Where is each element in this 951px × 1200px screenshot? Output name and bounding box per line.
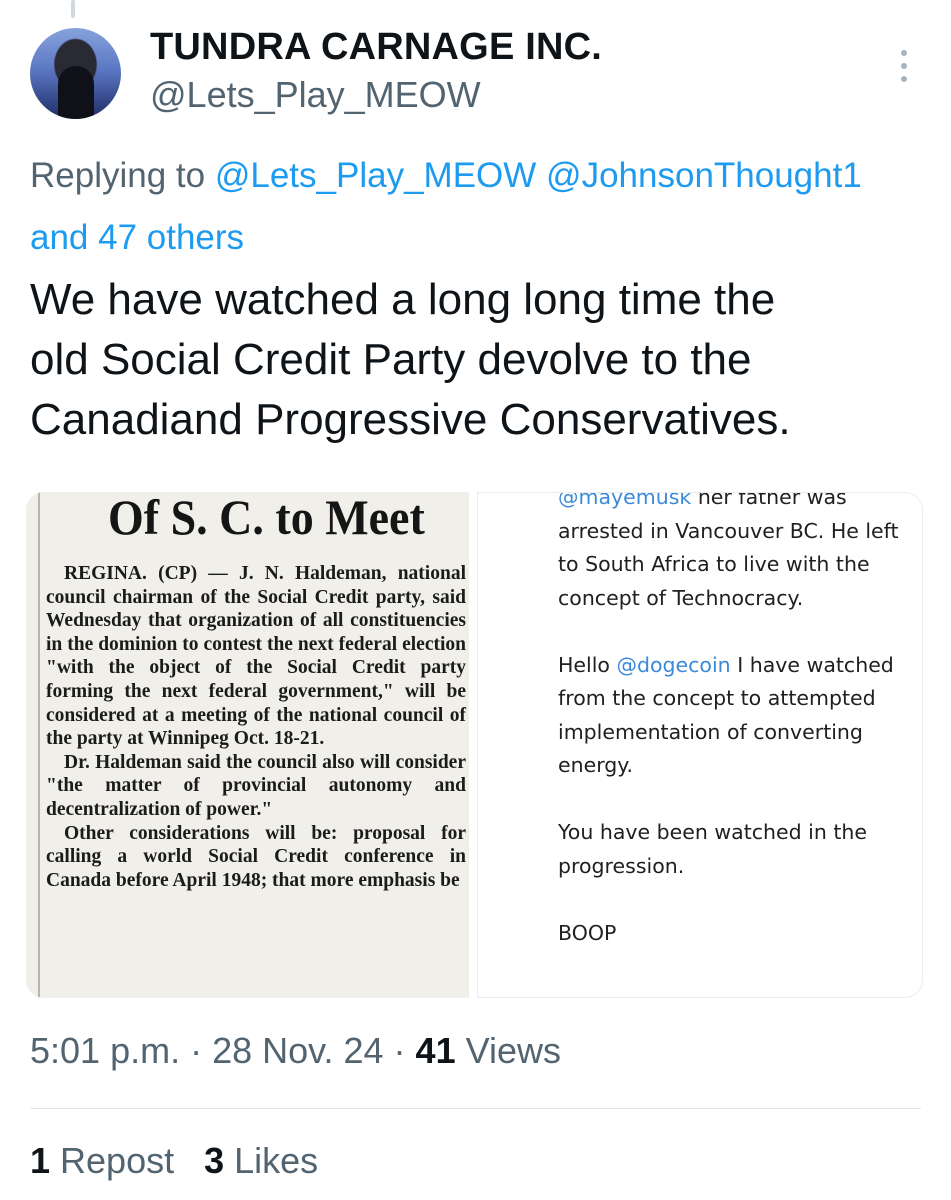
dot-icon: [901, 50, 907, 56]
replying-to-label: Replying to: [30, 156, 206, 195]
likes-label: Likes: [224, 1140, 319, 1181]
column-divider: [38, 492, 40, 998]
paragraph-text: her father was arrested in Vancouver BC.…: [558, 492, 899, 610]
avatar[interactable]: [30, 28, 121, 119]
screenshot-paragraph: You have been watched in the progression…: [558, 820, 868, 878]
author-display-name[interactable]: TUNDRA CARNAGE INC.: [150, 26, 602, 69]
media-grid: Of S. C. to Meet REGINA. (CP) — J. N. Ha…: [26, 492, 923, 998]
mention-link: @dogecoin: [616, 652, 731, 677]
tweet-timestamp: 5:01 p.m. · 28 Nov. 24 · 41 Views: [30, 1030, 561, 1072]
dot-icon: [901, 76, 907, 82]
screenshot-paragraph: @mayemusk her father was arrested in Van…: [558, 492, 918, 615]
screenshot-paragraph: BOOP: [558, 920, 617, 945]
reposts-count: 1: [30, 1140, 51, 1181]
tweet-date[interactable]: 28 Nov. 24: [212, 1030, 383, 1071]
newspaper-headline: Of S. C. to Meet: [108, 492, 425, 545]
reposts-stat[interactable]: 1 Repost: [30, 1140, 174, 1182]
dot-icon: [901, 63, 907, 69]
views-label: Views: [455, 1030, 561, 1071]
screenshot-text: @mayemusk her father was arrested in Van…: [558, 493, 918, 950]
more-options-icon[interactable]: [893, 50, 915, 82]
author-handle[interactable]: @Lets_Play_MEOW: [150, 74, 481, 116]
article-paragraph: Other considerations will be: proposal f…: [46, 822, 466, 891]
reply-mention-link[interactable]: @Lets_Play_MEOW: [215, 156, 536, 195]
thread-connector-line: [71, 0, 75, 18]
engagement-stats: 1 Repost 3 Likes: [30, 1140, 318, 1182]
newspaper-article-body: REGINA. (CP) — J. N. Haldeman, national …: [46, 562, 466, 892]
reply-others-link[interactable]: and 47 others: [30, 207, 951, 269]
separator-dot: ·: [383, 1030, 416, 1071]
reply-mention-link[interactable]: @JohnsonThought1: [546, 156, 862, 195]
text-screenshot-image[interactable]: @mayemusk her father was arrested in Van…: [477, 492, 923, 998]
article-paragraph: Dr. Haldeman said the council also will …: [46, 751, 466, 820]
tweet-time[interactable]: 5:01 p.m.: [30, 1030, 180, 1071]
separator-dot: ·: [180, 1030, 213, 1071]
replying-to-context: Replying to @Lets_Play_MEOW @JohnsonThou…: [30, 145, 951, 269]
article-paragraph: REGINA. (CP) — J. N. Haldeman, national …: [46, 563, 466, 750]
mention-link: @mayemusk: [558, 492, 692, 509]
likes-count: 3: [204, 1140, 225, 1181]
tweet-text: We have watched a long long time the old…: [30, 275, 791, 444]
reposts-label: Repost: [50, 1140, 175, 1181]
divider: [30, 1108, 921, 1109]
newspaper-clipping-image[interactable]: Of S. C. to Meet REGINA. (CP) — J. N. Ha…: [26, 492, 469, 998]
paragraph-text: Hello: [558, 652, 617, 677]
likes-stat[interactable]: 3 Likes: [204, 1140, 318, 1182]
screenshot-paragraph: Hello @dogecoin I have watched from the …: [558, 649, 918, 783]
views-count: 41: [415, 1030, 456, 1071]
